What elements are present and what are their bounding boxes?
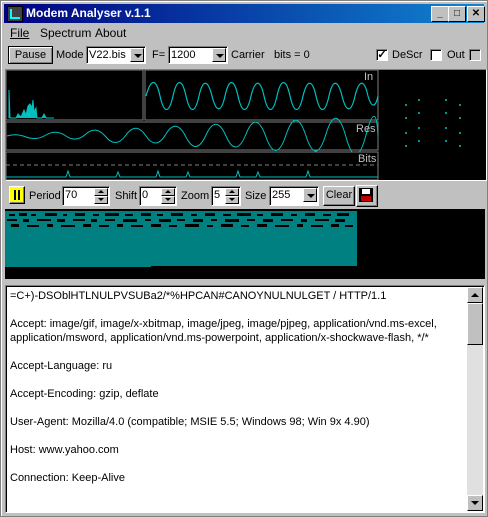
text-line	[10, 429, 465, 443]
period-up-icon[interactable]	[94, 188, 108, 196]
zoom-down-icon[interactable]	[225, 196, 239, 204]
period-label: Period	[29, 190, 61, 202]
zoom-up-icon[interactable]	[225, 188, 239, 196]
bits-scope	[6, 151, 379, 180]
maximize-button[interactable]: □	[448, 6, 466, 22]
mode-value: V22.bis	[89, 49, 126, 61]
text-line	[10, 457, 465, 471]
text-line: Host: www.yahoo.com	[10, 444, 119, 456]
menu-bar: File Spectrum About	[4, 24, 484, 42]
modem-app-icon[interactable]	[7, 6, 23, 22]
text-line	[10, 345, 465, 359]
decoded-text: =C+)-DSOblHTLNULPVSUBa2/*%HPCAN#CANOYNUL…	[10, 289, 465, 485]
zoom-label: Zoom	[181, 190, 210, 202]
clear-button[interactable]: Clear	[323, 186, 355, 206]
spectrum-scope	[6, 70, 144, 121]
scroll-thumb[interactable]	[467, 303, 483, 345]
freq-label: F=	[152, 49, 166, 61]
text-line: =C+)-DSOblHTLNULPVSUBa2/*%HPCAN#CANOYNUL…	[10, 290, 387, 302]
out-indicator	[469, 49, 481, 61]
vertical-scrollbar[interactable]	[467, 287, 483, 511]
descr-label: DeScr	[392, 49, 423, 61]
out-label: Out	[447, 49, 465, 61]
zoom-spinner[interactable]: 5	[211, 186, 241, 206]
freq-value: 1200	[171, 49, 196, 61]
main-window: Modem Analyser v.1.1 _ □ ✕ File Spectrum…	[0, 0, 488, 517]
shift-spinner[interactable]: 0	[139, 186, 177, 206]
menu-about[interactable]: About	[95, 26, 126, 40]
pause-button[interactable]: Pause	[8, 46, 53, 64]
residual-scope	[6, 115, 379, 155]
text-line: application/msword, application/vnd.ms-p…	[10, 332, 429, 344]
menu-file-label: File	[10, 26, 30, 40]
period-value: 70	[65, 189, 78, 201]
shift-up-icon[interactable]	[161, 188, 175, 196]
pause-bars-icon[interactable]	[9, 186, 25, 204]
bits-scope-label: Bits	[358, 153, 377, 165]
chevron-down-icon[interactable]	[303, 188, 317, 202]
carrier-label: Carrier	[231, 49, 265, 61]
scroll-down-icon[interactable]	[467, 495, 483, 511]
shift-value: 0	[142, 189, 149, 201]
shift-label: Shift	[115, 190, 138, 202]
text-line: Accept: image/gif, image/x-xbitmap, imag…	[10, 318, 437, 330]
text-line	[10, 373, 465, 387]
scroll-up-icon[interactable]	[467, 287, 483, 303]
title-bar[interactable]: Modem Analyser v.1.1 _ □ ✕	[4, 4, 485, 23]
text-line: Accept-Language: ru	[10, 360, 113, 372]
menu-spectrum[interactable]: Spectrum	[40, 26, 91, 40]
decoded-text-area[interactable]: =C+)-DSOblHTLNULPVSUBa2/*%HPCAN#CANOYNUL…	[5, 285, 485, 513]
text-line: Connection: Keep-Alive	[10, 472, 125, 484]
window-title: Modem Analyser v.1.1	[26, 6, 151, 20]
chevron-down-icon[interactable]	[130, 48, 144, 62]
close-button[interactable]: ✕	[467, 6, 485, 22]
mode-select[interactable]: V22.bis	[86, 46, 146, 64]
scope-panel: In Res Bits	[5, 69, 487, 181]
zoom-value: 5	[214, 189, 221, 201]
size-select[interactable]: 255	[269, 186, 319, 206]
scope-display	[6, 70, 461, 180]
size-value: 255	[272, 189, 291, 201]
bitmap-canvas	[5, 211, 357, 268]
mode-label: Mode	[56, 49, 84, 61]
main-toolbar: Pause Mode V22.bis F= 1200 Carrier bits …	[4, 44, 484, 68]
bit-bitmap-view	[5, 209, 485, 279]
minimize-button[interactable]: _	[431, 6, 449, 22]
text-line: User-Agent: Mozilla/4.0 (compatible; MSI…	[10, 416, 370, 428]
out-checkbox[interactable]	[430, 49, 442, 61]
bitmap-toolbar: Period 70 Shift 0 Zoom 5 Size 255 Clear	[5, 182, 485, 209]
text-line	[10, 401, 465, 415]
size-label: Size	[245, 190, 267, 202]
freq-select[interactable]: 1200	[168, 46, 228, 64]
period-down-icon[interactable]	[94, 196, 108, 204]
in-scope-label: In	[364, 71, 374, 83]
bits-count-label: bits = 0	[274, 49, 310, 61]
input-scope	[144, 70, 379, 121]
period-spinner[interactable]: 70	[62, 186, 110, 206]
chevron-down-icon[interactable]	[212, 48, 226, 62]
floppy-disk-icon[interactable]	[356, 185, 378, 207]
shift-down-icon[interactable]	[161, 196, 175, 204]
res-scope-label: Res	[356, 123, 376, 135]
menu-file[interactable]: File	[10, 26, 29, 40]
text-line	[10, 303, 465, 317]
text-line: Accept-Encoding: gzip, deflate	[10, 388, 159, 400]
descr-checkbox[interactable]: ✓	[376, 49, 388, 61]
constellation-scope	[405, 99, 461, 147]
